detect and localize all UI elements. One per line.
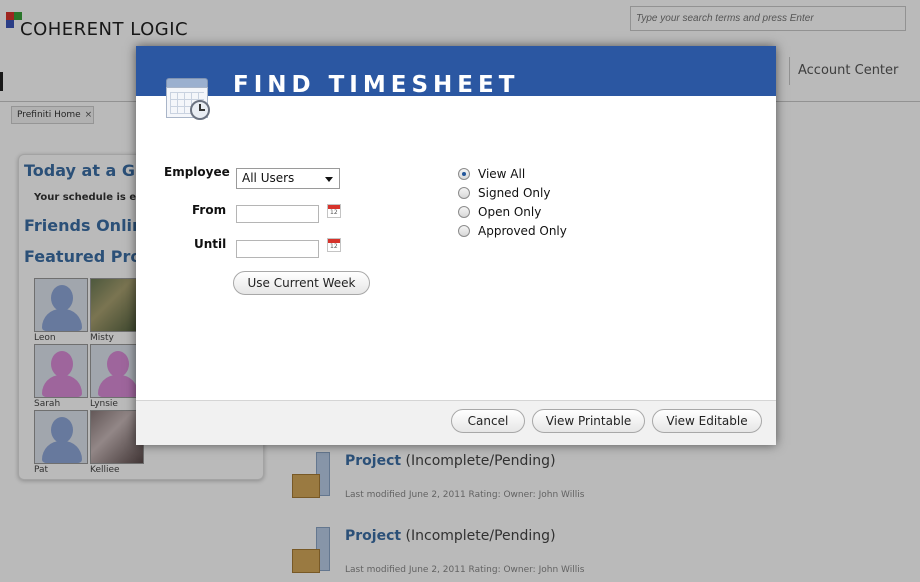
cancel-button[interactable]: Cancel xyxy=(451,409,525,433)
radio-label: View All xyxy=(478,167,526,181)
radio-button[interactable] xyxy=(458,187,470,199)
calendar-number: 12 xyxy=(330,209,338,216)
employee-select[interactable]: All Users xyxy=(236,168,340,189)
caret-down-icon xyxy=(325,177,333,182)
radio-label: Signed Only xyxy=(478,186,551,200)
radio-button[interactable] xyxy=(458,225,470,237)
radio-button-checked[interactable] xyxy=(458,168,470,180)
clock-hand xyxy=(199,109,205,111)
use-current-week-button[interactable]: Use Current Week xyxy=(233,271,370,295)
clock-icon xyxy=(190,100,210,120)
radio-label: Open Only xyxy=(478,205,542,219)
radio-button[interactable] xyxy=(458,206,470,218)
until-label: Until xyxy=(194,237,227,251)
from-label: From xyxy=(192,203,227,217)
radio-label: Approved Only xyxy=(478,224,567,238)
calendar-clock-icon xyxy=(166,78,212,120)
until-date-field[interactable] xyxy=(236,240,319,258)
until-calendar-icon[interactable]: 12 xyxy=(327,238,341,252)
view-editable-button[interactable]: View Editable xyxy=(652,409,762,433)
dialog-title: FIND TIMESHEET xyxy=(233,72,520,98)
calendar-number: 12 xyxy=(330,243,338,250)
from-date-field[interactable] xyxy=(236,205,319,223)
view-printable-button[interactable]: View Printable xyxy=(532,409,645,433)
find-timesheet-dialog: FIND TIMESHEET Employee All Users From 1… xyxy=(136,46,776,445)
employee-label: Employee xyxy=(164,165,230,179)
employee-select-value: All Users xyxy=(242,171,295,185)
from-calendar-icon[interactable]: 12 xyxy=(327,204,341,218)
